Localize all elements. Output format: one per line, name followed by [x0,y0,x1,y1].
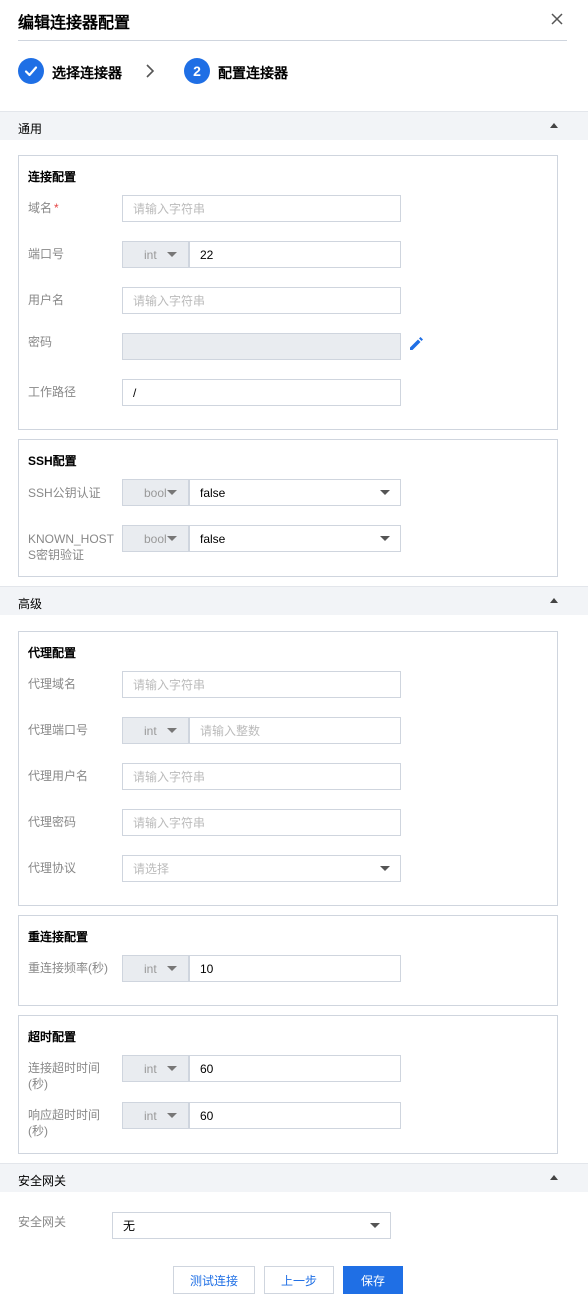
known-hosts-label: KNOWN_HOST S密钥验证 [28,532,115,562]
reconnect-group-title: 重连接配置 [28,930,89,944]
proxy-port-input[interactable]: 请输入整数 [189,717,401,744]
proxy-domain-input[interactable]: 请输入字符串 [122,671,401,698]
proxy-port-type-select[interactable]: int [122,717,189,744]
step-2-label: 配置连接器 [218,65,288,81]
chevron-down-icon [167,536,177,541]
password-label: 密码 [28,335,53,349]
connection-group-title: 连接配置 [28,170,77,184]
reconnect-frequency-input[interactable]: 10 [189,955,401,982]
chevron-down-icon [167,252,177,257]
collapse-caret-icon[interactable] [550,598,558,603]
timeout-group-title: 超时配置 [28,1030,77,1044]
port-input[interactable]: 22 [189,241,401,268]
known-hosts-select[interactable]: false [189,525,401,552]
collapse-caret-icon[interactable] [550,123,558,128]
test-connection-button[interactable]: 测试连接 [173,1266,255,1294]
domain-label: 域名 * [28,201,59,215]
ssh-pubkey-select[interactable]: false [189,479,401,506]
ssh-group-title: SSH配置 [28,454,77,468]
connect-timeout-input[interactable]: 60 [189,1055,401,1082]
chevron-down-icon [167,1066,177,1071]
gateway-label: 安全网关 [18,1215,67,1229]
chevron-down-icon [167,966,177,971]
reconnect-type-select[interactable]: int [122,955,189,982]
proxy-password-input[interactable]: 请输入字符串 [122,809,401,836]
collapse-caret-icon[interactable] [550,1175,558,1180]
chevron-down-icon [167,490,177,495]
section-security-label: 安全网关 [18,1174,67,1188]
section-general[interactable]: 通用 [0,111,588,140]
close-icon[interactable] [549,11,565,27]
response-timeout-input[interactable]: 60 [189,1102,401,1129]
workdir-input[interactable]: / [122,379,401,406]
response-timeout-type-select[interactable]: int [122,1102,189,1129]
ssh-pubkey-label: SSH公钥认证 [28,486,101,500]
workdir-label: 工作路径 [28,385,77,399]
step-1-check-icon [18,58,44,84]
response-timeout-label: 响应超时时间 (秒) [28,1108,101,1138]
proxy-protocol-select[interactable]: 请选择 [122,855,401,882]
chevron-down-icon [380,536,390,541]
domain-input[interactable]: 请输入字符串 [122,195,401,222]
previous-button[interactable]: 上一步 [264,1266,334,1294]
reconnect-frequency-label: 重连接频率(秒) [28,961,108,975]
connect-timeout-type-select[interactable]: int [122,1055,189,1082]
port-type-select[interactable]: int [122,241,189,268]
connect-timeout-label: 连接超时时间 (秒) [28,1061,101,1091]
gateway-select[interactable]: 无 [112,1212,391,1239]
header-divider [18,40,567,41]
chevron-down-icon [167,1113,177,1118]
section-advanced-label: 高级 [18,597,43,611]
proxy-username-label: 代理用户名 [28,769,89,783]
section-advanced[interactable]: 高级 [0,586,588,615]
proxy-group-title: 代理配置 [28,646,77,660]
chevron-down-icon [380,490,390,495]
chevron-down-icon [167,728,177,733]
section-general-label: 通用 [18,122,43,136]
known-hosts-type-select[interactable]: bool [122,525,189,552]
chevron-down-icon [380,866,390,871]
dialog-title: 编辑连接器配置 [18,15,131,32]
chevron-right-icon [146,64,155,78]
save-button[interactable]: 保存 [343,1266,403,1294]
proxy-protocol-label: 代理协议 [28,861,77,875]
step-2-badge: 2 [184,58,210,84]
port-label: 端口号 [28,247,65,261]
proxy-domain-label: 代理域名 [28,677,77,691]
username-input[interactable]: 请输入字符串 [122,287,401,314]
ssh-pubkey-type-select[interactable]: bool [122,479,189,506]
password-input [122,333,401,360]
proxy-username-input[interactable]: 请输入字符串 [122,763,401,790]
step-1-label[interactable]: 选择连接器 [52,63,122,83]
proxy-password-label: 代理密码 [28,815,77,829]
edit-pencil-icon[interactable] [408,335,425,352]
username-label: 用户名 [28,293,65,307]
section-security[interactable]: 安全网关 [0,1163,588,1192]
chevron-down-icon [370,1223,380,1228]
proxy-port-label: 代理端口号 [28,723,89,737]
